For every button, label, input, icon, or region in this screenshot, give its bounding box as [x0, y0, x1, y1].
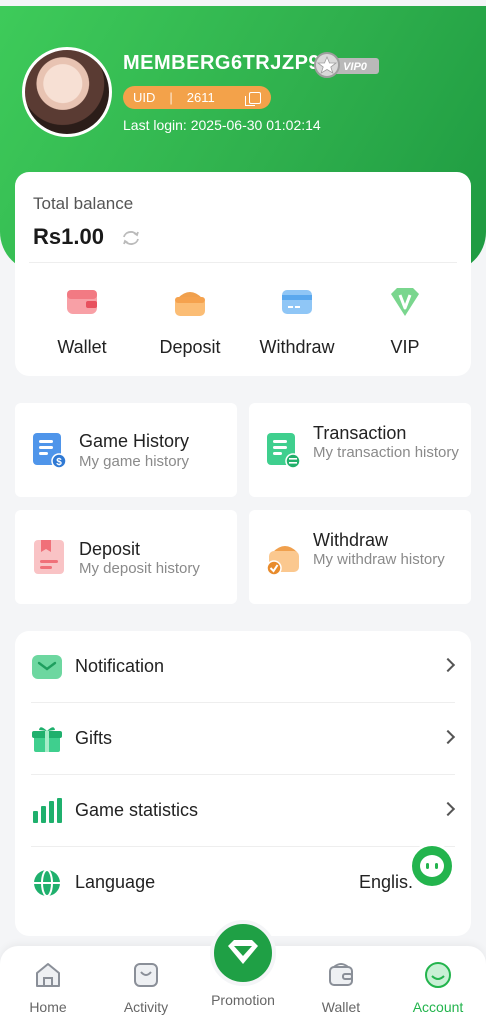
- tile-game-history[interactable]: $ Game History My game history: [15, 403, 237, 497]
- vip-icon: [391, 288, 419, 316]
- globe-icon: [34, 869, 60, 897]
- refresh-icon[interactable]: [120, 228, 142, 248]
- tab-wallet[interactable]: Wallet: [296, 960, 386, 1015]
- deposit-icon: [175, 292, 205, 316]
- balance-label: Total balance: [33, 194, 134, 213]
- language-value: Englis.: [358, 872, 413, 892]
- withdraw-history-icon: [266, 546, 299, 576]
- tile-deposit-history[interactable]: Deposit My deposit history: [15, 510, 237, 604]
- quick-label: VIP: [390, 337, 420, 357]
- tab-home[interactable]: Home: [3, 960, 93, 1015]
- withdraw-icon: [282, 290, 312, 314]
- tab-label: Home: [29, 999, 67, 1015]
- username: MEMBERG6TRJZP9: [123, 52, 321, 74]
- status-strip: [0, 0, 486, 6]
- chevron-right-icon: [440, 801, 456, 817]
- gift-icon: [32, 727, 62, 752]
- tab-label: Activity: [123, 999, 169, 1015]
- quick-vip[interactable]: VIP: [355, 284, 455, 358]
- tile-title: Deposit: [79, 539, 141, 559]
- tile-title: Game History: [79, 431, 190, 451]
- wallet-tab-icon: [329, 963, 353, 986]
- svg-text:$: $: [56, 457, 62, 468]
- activity-icon: [134, 963, 158, 987]
- menu-label: Language: [75, 872, 156, 892]
- customer-support-icon[interactable]: [409, 843, 455, 889]
- tile-subtitle: My deposit history: [79, 560, 200, 577]
- promotion-button[interactable]: [210, 920, 276, 986]
- chevron-right-icon: [440, 657, 456, 673]
- quick-label: Withdraw: [259, 337, 335, 357]
- menu-notification[interactable]: Notification: [15, 631, 471, 703]
- menu-label: Game statistics: [75, 800, 199, 820]
- transaction-icon: [267, 433, 301, 469]
- uid-separator: |: [169, 90, 173, 105]
- last-login: Last login: 2025-06-30 01:02:14: [123, 117, 321, 133]
- menu-language[interactable]: Language Englis.: [15, 847, 471, 919]
- copy-icon[interactable]: [245, 91, 261, 106]
- deposit-history-icon: [34, 540, 64, 574]
- menu-game-statistics[interactable]: Game statistics: [15, 775, 471, 847]
- uid-label: UID: [133, 90, 156, 105]
- uid-pill: UID | 2611: [123, 86, 271, 109]
- tab-label: Account: [412, 999, 464, 1015]
- quick-wallet[interactable]: Wallet: [32, 284, 132, 358]
- home-icon: [36, 963, 60, 987]
- diamond-icon: [228, 940, 258, 964]
- tile-subtitle: My withdraw history: [313, 551, 445, 568]
- wallet-icon: [67, 290, 97, 314]
- tile-withdraw-history[interactable]: Withdraw My withdraw history: [249, 510, 471, 604]
- tile-transaction[interactable]: Transaction My transaction history: [249, 403, 471, 497]
- tile-title: Transaction: [313, 423, 407, 443]
- notification-icon: [32, 655, 62, 679]
- bar-chart-icon: [33, 798, 62, 823]
- account-icon: [425, 962, 451, 988]
- tab-promotion[interactable]: Promotion: [198, 992, 288, 1008]
- game-history-icon: $: [33, 433, 67, 469]
- tile-subtitle: My game history: [79, 453, 190, 470]
- quick-label: Wallet: [57, 337, 107, 357]
- tab-account[interactable]: Account: [393, 960, 483, 1015]
- balance-value: Rs1.00: [33, 224, 104, 249]
- svg-text:VIP0: VIP0: [343, 61, 368, 73]
- menu-label: Gifts: [75, 728, 113, 748]
- quick-deposit[interactable]: Deposit: [140, 284, 240, 358]
- divider: [29, 262, 457, 263]
- vip-badge-icon: VIP0: [314, 52, 379, 78]
- settings-menu: Notification Gifts Game statistics Langu…: [15, 631, 471, 936]
- tab-label: Promotion: [211, 992, 275, 1008]
- tile-subtitle: My transaction history: [313, 444, 459, 461]
- avatar[interactable]: [22, 47, 112, 137]
- tab-label: Wallet: [321, 999, 361, 1015]
- tile-title: Withdraw: [313, 530, 389, 550]
- quick-withdraw[interactable]: Withdraw: [247, 284, 347, 358]
- tab-activity[interactable]: Activity: [101, 960, 191, 1015]
- quick-label: Deposit: [159, 337, 221, 357]
- uid-value: 2611: [186, 90, 215, 105]
- menu-label: Notification: [75, 656, 165, 676]
- menu-gifts[interactable]: Gifts: [15, 703, 471, 775]
- chevron-right-icon: [440, 729, 456, 745]
- balance-card: Total balance Rs1.00 Wallet Deposit With…: [15, 172, 471, 376]
